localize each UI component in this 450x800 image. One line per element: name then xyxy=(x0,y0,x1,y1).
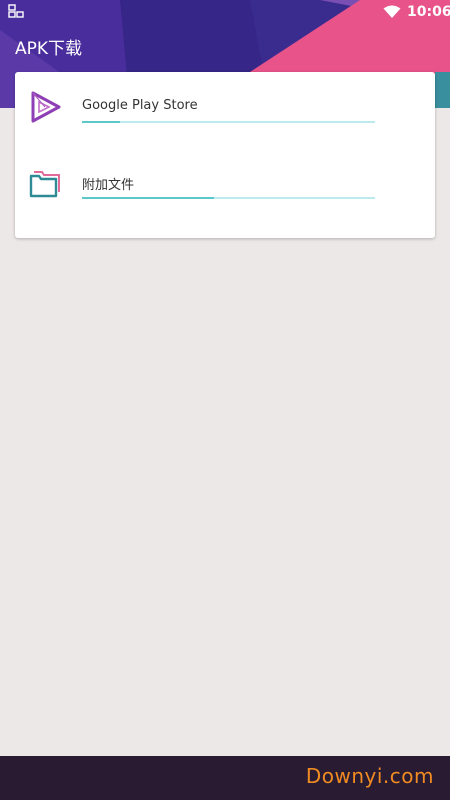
download-label: Google Play Store xyxy=(82,98,198,113)
download-progress-track xyxy=(82,197,375,199)
downloads-card: Google Play Store 附加文件 xyxy=(15,72,435,238)
app-title: APK下载 xyxy=(15,39,83,59)
status-time: 10:06 xyxy=(407,4,450,20)
screenshot-icon xyxy=(8,4,26,20)
download-row-play-store[interactable]: Google Play Store xyxy=(15,76,435,136)
play-store-icon xyxy=(29,90,63,124)
download-progress-fill xyxy=(82,197,214,199)
status-bar: 10:06 xyxy=(0,0,450,24)
download-label: 附加文件 xyxy=(82,178,135,193)
wifi-icon xyxy=(383,5,401,19)
folder-icon xyxy=(29,166,63,200)
bottom-bar: Downyi.com xyxy=(0,756,450,800)
download-progress-track xyxy=(82,121,375,123)
download-row-extra-files[interactable]: 附加文件 xyxy=(15,152,435,212)
watermark-text: Downyi.com xyxy=(305,764,434,788)
download-progress-fill xyxy=(82,121,121,123)
